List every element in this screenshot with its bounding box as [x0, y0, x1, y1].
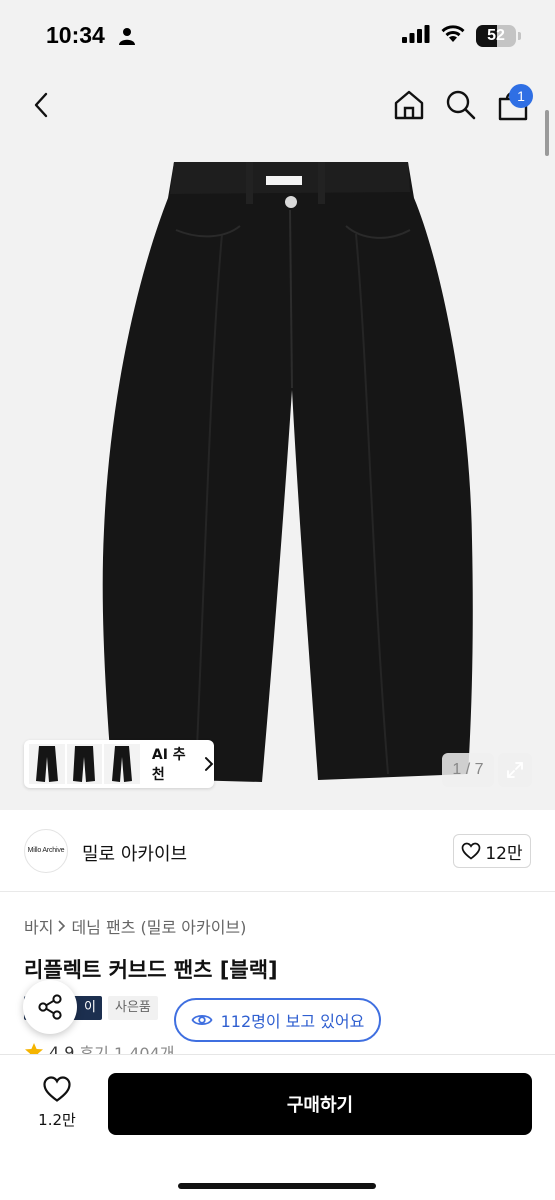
wifi-icon — [440, 24, 466, 47]
battery-nub — [518, 31, 521, 40]
battery-icon: 52 — [476, 24, 516, 47]
recommend-thumbnail[interactable] — [29, 744, 65, 784]
back-button[interactable] — [26, 88, 58, 122]
gift-tag: 사은품 — [108, 996, 158, 1020]
status-bar: 10:34 52 — [0, 0, 555, 70]
breadcrumb-subcategory[interactable]: 데님 팬츠 (밀로 아카이브) — [71, 914, 246, 938]
status-time: 10:34 — [46, 22, 105, 48]
ai-recommend-label: AI 추천 — [151, 747, 186, 783]
back-icon — [34, 92, 48, 118]
bottom-bar: 1.2만 구매하기 — [0, 1054, 555, 1200]
buy-button[interactable]: 구매하기 — [108, 1073, 532, 1135]
heart-icon — [462, 842, 481, 860]
scrollbar[interactable] — [545, 110, 549, 156]
seller-like-button[interactable]: 12만 — [453, 834, 531, 868]
person-icon — [118, 27, 136, 49]
viewers-text: 112명이 보고 있어요 — [220, 1012, 365, 1031]
image-counter: 1 / 7 — [442, 753, 494, 787]
seller-name[interactable]: 밀로 아카이브 — [82, 840, 187, 866]
top-nav — [0, 70, 555, 140]
recommend-thumbnail[interactable] — [104, 744, 140, 784]
recommend-thumbnail[interactable] — [66, 744, 103, 784]
chevron-right-icon — [205, 757, 214, 771]
product-image[interactable] — [0, 70, 555, 810]
chevron-right-icon — [58, 920, 66, 932]
search-button[interactable] — [444, 88, 478, 122]
share-icon — [38, 994, 62, 1020]
expand-icon — [507, 762, 523, 778]
home-button[interactable] — [392, 88, 426, 122]
seller-logo[interactable]: Millo Archive — [24, 829, 68, 873]
cart-count-badge: 1 — [509, 84, 533, 108]
product-title: 리플렉트 커브드 팬츠 [블랙] — [24, 958, 278, 982]
pants-photo — [0, 70, 555, 810]
search-icon — [446, 90, 476, 120]
ai-recommend-button[interactable]: AI 추천 — [24, 740, 214, 788]
heart-icon — [43, 1076, 71, 1102]
eye-icon — [191, 1014, 213, 1026]
status-right: 52 — [402, 24, 521, 47]
share-button[interactable] — [23, 980, 77, 1034]
wishlist-button[interactable]: 1.2만 — [26, 1075, 88, 1139]
wishlist-count: 1.2만 — [38, 1111, 76, 1129]
viewers-count-pill: 112명이 보고 있어요 — [174, 998, 381, 1042]
signal-icon — [402, 24, 430, 47]
battery-level: 52 — [487, 26, 505, 44]
breadcrumb: 바지 데님 팬츠 (밀로 아카이브) — [24, 914, 246, 938]
seller-like-count: 12만 — [485, 843, 523, 864]
seller-row: Millo Archive 밀로 아카이브 12만 — [0, 810, 555, 892]
home-indicator[interactable] — [178, 1183, 376, 1189]
breadcrumb-category[interactable]: 바지 — [24, 914, 53, 938]
expand-button[interactable] — [498, 753, 532, 787]
home-icon — [394, 90, 424, 120]
